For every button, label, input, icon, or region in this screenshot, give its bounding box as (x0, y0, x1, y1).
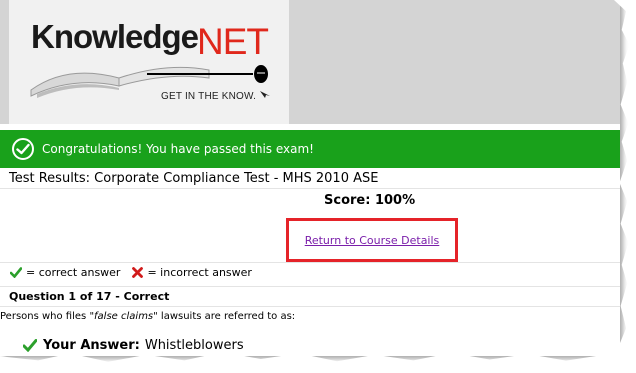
mouse-cursor-icon (260, 91, 271, 98)
question-heading: Question 1 of 17 - Correct (9, 290, 170, 303)
answer-label: Your Answer: (43, 338, 140, 353)
question-text-after: lawsuits are referred to as: (157, 311, 296, 322)
return-link-highlight: Return to Course Details (286, 218, 458, 262)
your-answer: Your Answer: Whistleblowers (23, 338, 244, 353)
divider (0, 262, 620, 263)
return-to-course-details-link[interactable]: Return to Course Details (305, 234, 440, 247)
answer-legend: = correct answer = incorrect answer (10, 266, 252, 279)
test-results-title: Test Results: Corporate Compliance Test … (9, 171, 379, 186)
logo-tagline-text: GET IN THE KNOW. (161, 91, 257, 102)
checkmark-icon (23, 339, 37, 352)
divider (0, 286, 620, 287)
logo-brand-first: Knowledge (31, 18, 199, 55)
success-banner: Congratulations! You have passed this ex… (0, 130, 620, 168)
checkmark-icon (10, 267, 22, 278)
question-text-emphasis: "false claims" (89, 311, 158, 322)
exam-results-page: Knowledge NET GET IN THE KNOW. Congratul… (0, 0, 620, 356)
knowledgenet-logo: Knowledge NET GET IN THE KNOW. (9, 0, 289, 124)
legend-incorrect-label: = incorrect answer (147, 266, 252, 279)
divider (0, 188, 620, 189)
question-text: Persons who files "false claims" lawsuit… (0, 311, 295, 322)
success-message: Congratulations! You have passed this ex… (42, 142, 314, 156)
x-mark-icon (132, 267, 144, 278)
header: Knowledge NET GET IN THE KNOW. (0, 0, 620, 124)
divider (0, 306, 620, 307)
legend-correct-label: = correct answer (26, 266, 121, 279)
check-circle-icon (12, 138, 34, 160)
score: Score: 100% (324, 193, 416, 208)
question-text-before: Persons who files (0, 311, 90, 322)
answer-value: Whistleblowers (144, 338, 244, 353)
logo-tagline: GET IN THE KNOW. (161, 90, 271, 102)
